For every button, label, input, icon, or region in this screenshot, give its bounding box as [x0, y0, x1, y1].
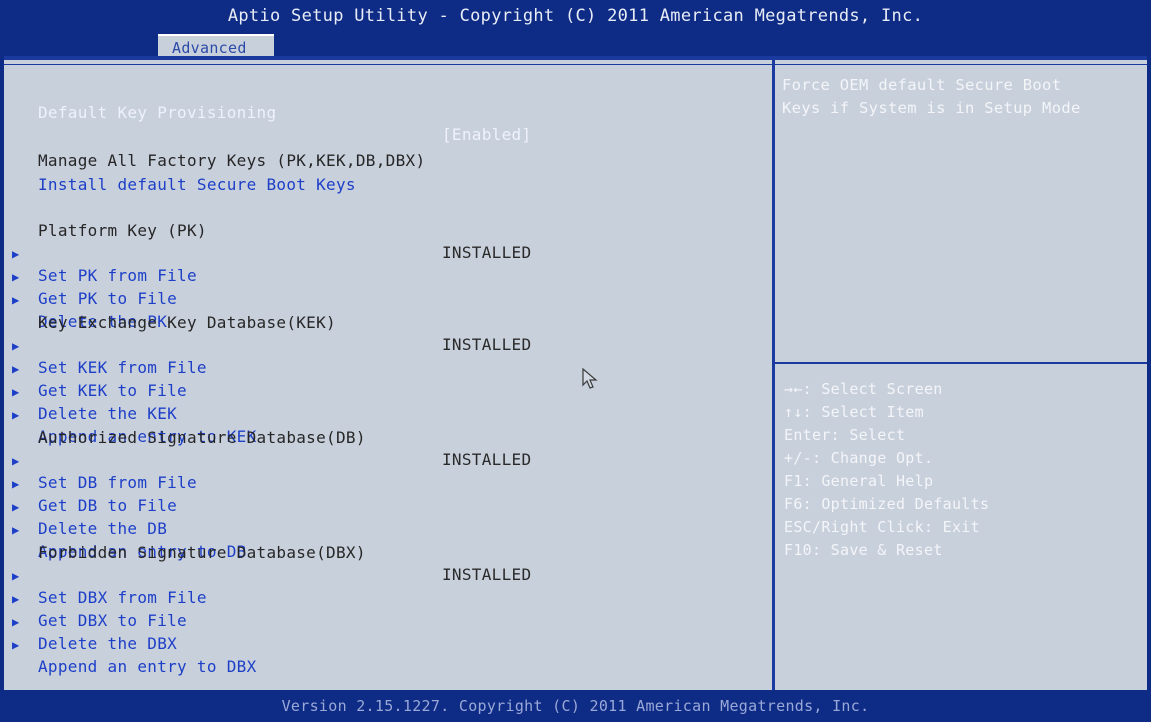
- help-line: Force OEM default Secure Boot: [782, 76, 1062, 94]
- delete-kek-item[interactable]: ▶ Delete the KEK: [12, 359, 767, 423]
- platform-key-status: Platform Key (PK) INSTALLED: [12, 198, 767, 262]
- get-kek-item[interactable]: ▶ Get KEK to File: [12, 336, 767, 400]
- key-legend: →←: Select Screen ↑↓: Select Item Enter:…: [784, 378, 989, 562]
- option-label: Default Key Provisioning: [38, 103, 277, 122]
- append-db-item[interactable]: ▶ Append an entry to DB: [12, 497, 767, 561]
- help-line: Keys if System is in Setup Mode: [782, 99, 1081, 117]
- key-general-help: F1: General Help: [784, 472, 934, 490]
- delete-db-item[interactable]: ▶ Delete the DB: [12, 474, 767, 538]
- kek-status: Key Exchange Key Database(KEK) INSTALLED: [12, 290, 767, 354]
- get-dbx-item[interactable]: ▶ Get DBX to File: [12, 566, 767, 630]
- key-exit: ESC/Right Click: Exit: [784, 518, 980, 536]
- delete-dbx-item[interactable]: ▶ Delete the DBX: [12, 589, 767, 653]
- panel-divider: [772, 60, 775, 690]
- item-label: Delete the DBX: [38, 634, 178, 653]
- dbx-status: Forbidden Signature Database(DBX) INSTAL…: [12, 520, 767, 584]
- item-label: Append an entry to DBX: [38, 657, 257, 676]
- key-select-item: ↑↓: Select Item: [784, 403, 924, 421]
- delete-pk-item[interactable]: ▶ Delete the PK: [12, 267, 767, 331]
- key-change-opt: +/-: Change Opt.: [784, 449, 934, 467]
- append-kek-item[interactable]: ▶ Append an entry to KEK: [12, 382, 767, 446]
- get-db-item[interactable]: ▶ Get DB to File: [12, 451, 767, 515]
- submenu-arrow-icon: ▶: [12, 638, 20, 652]
- key-optimized-defaults: F6: Optimized Defaults: [784, 495, 990, 513]
- key-enter: Enter: Select: [784, 426, 906, 444]
- key-save-reset: F10: Save & Reset: [784, 541, 943, 559]
- help-separator: [775, 362, 1147, 364]
- append-dbx-item[interactable]: ▶ Append an entry to DBX: [12, 612, 767, 676]
- mouse-cursor-icon: [582, 368, 598, 389]
- manage-factory-keys-label: Manage All Factory Keys (PK,KEK,DB,DBX): [12, 128, 767, 170]
- set-pk-item[interactable]: ▶ Set PK from File: [12, 221, 767, 285]
- get-pk-item[interactable]: ▶ Get PK to File: [12, 244, 767, 308]
- window-title: Aptio Setup Utility - Copyright (C) 2011…: [227, 6, 924, 26]
- db-status: Authorized Signature Database(DB) INSTAL…: [12, 405, 767, 469]
- item-label: Install default Secure Boot Keys: [38, 175, 356, 194]
- help-description: Force OEM default Secure Boot Keys if Sy…: [782, 74, 1142, 120]
- install-default-keys-item[interactable]: Install default Secure Boot Keys: [12, 152, 767, 194]
- main-panel: Default Key Provisioning [Enabled] Manag…: [4, 56, 1147, 690]
- set-dbx-item[interactable]: ▶ Set DBX from File: [12, 543, 767, 607]
- set-db-item[interactable]: ▶ Set DB from File: [12, 428, 767, 492]
- key-select-screen: →←: Select Screen: [784, 380, 943, 398]
- version-footer: Version 2.15.1227. Copyright (C) 2011 Am…: [281, 697, 870, 715]
- default-key-provisioning-option[interactable]: Default Key Provisioning [Enabled]: [12, 80, 767, 144]
- set-kek-item[interactable]: ▶ Set KEK from File: [12, 313, 767, 377]
